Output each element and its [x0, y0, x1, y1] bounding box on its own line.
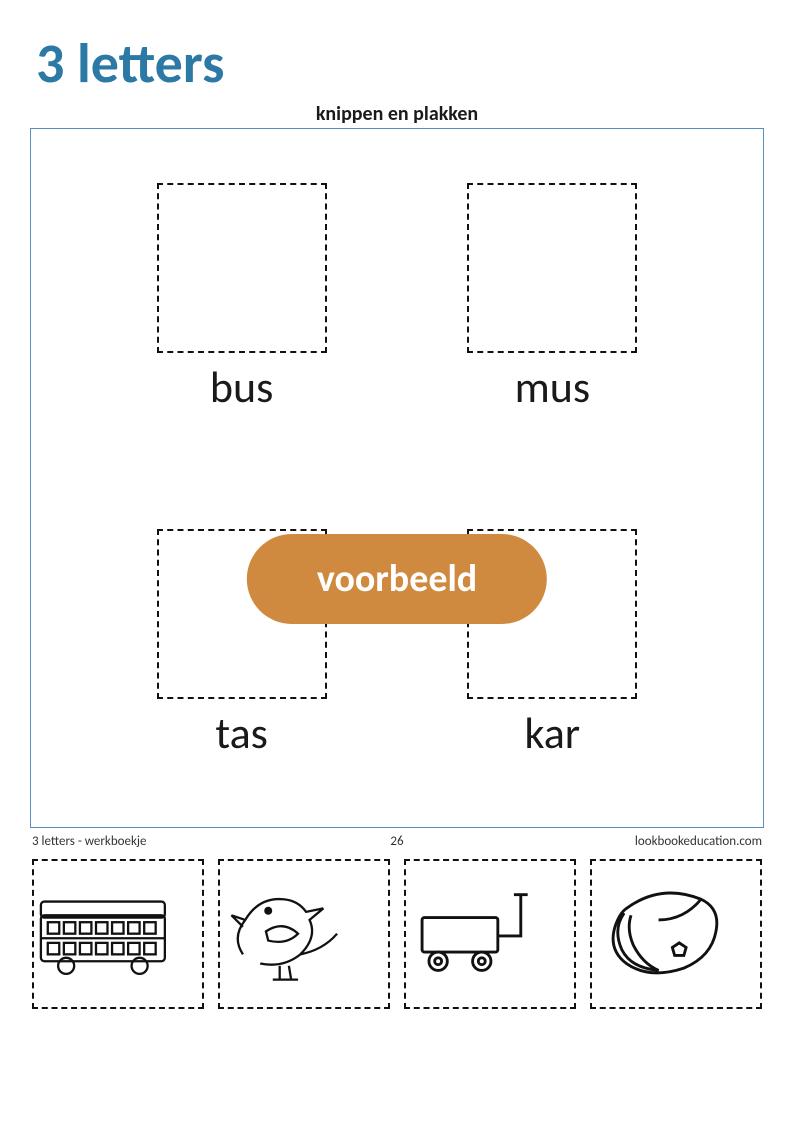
footer-left: 3 letters - werkboekje [32, 834, 367, 849]
paste-slot [467, 183, 637, 353]
word-label: mus [452, 363, 652, 411]
page-subtitle: knippen en plakken [30, 102, 764, 126]
word-cell-bus: bus [142, 183, 342, 411]
cutout-tile [404, 859, 576, 1009]
cutout-tile [590, 859, 762, 1009]
cutout-row [30, 859, 764, 1009]
bird-icon [220, 874, 388, 994]
word-label: tas [142, 709, 342, 757]
footer: 3 letters - werkboekje 26 lookbookeducat… [32, 834, 762, 849]
word-label: kar [452, 709, 652, 757]
bus-icon [34, 874, 202, 994]
footer-right: lookbookeducation.com [427, 834, 762, 849]
bag-icon [592, 874, 760, 994]
page-title: 3 letters [36, 30, 764, 98]
word-label: bus [142, 363, 342, 411]
cart-icon [406, 874, 574, 994]
sample-badge: voorbeeld [247, 534, 547, 624]
cutout-tile [32, 859, 204, 1009]
word-row-top: bus mus [31, 183, 763, 411]
cutout-tile [218, 859, 390, 1009]
activity-area: bus mus tas kar voorbeeld [30, 128, 764, 828]
paste-slot [157, 183, 327, 353]
word-cell-mus: mus [452, 183, 652, 411]
page-number: 26 [367, 834, 427, 849]
